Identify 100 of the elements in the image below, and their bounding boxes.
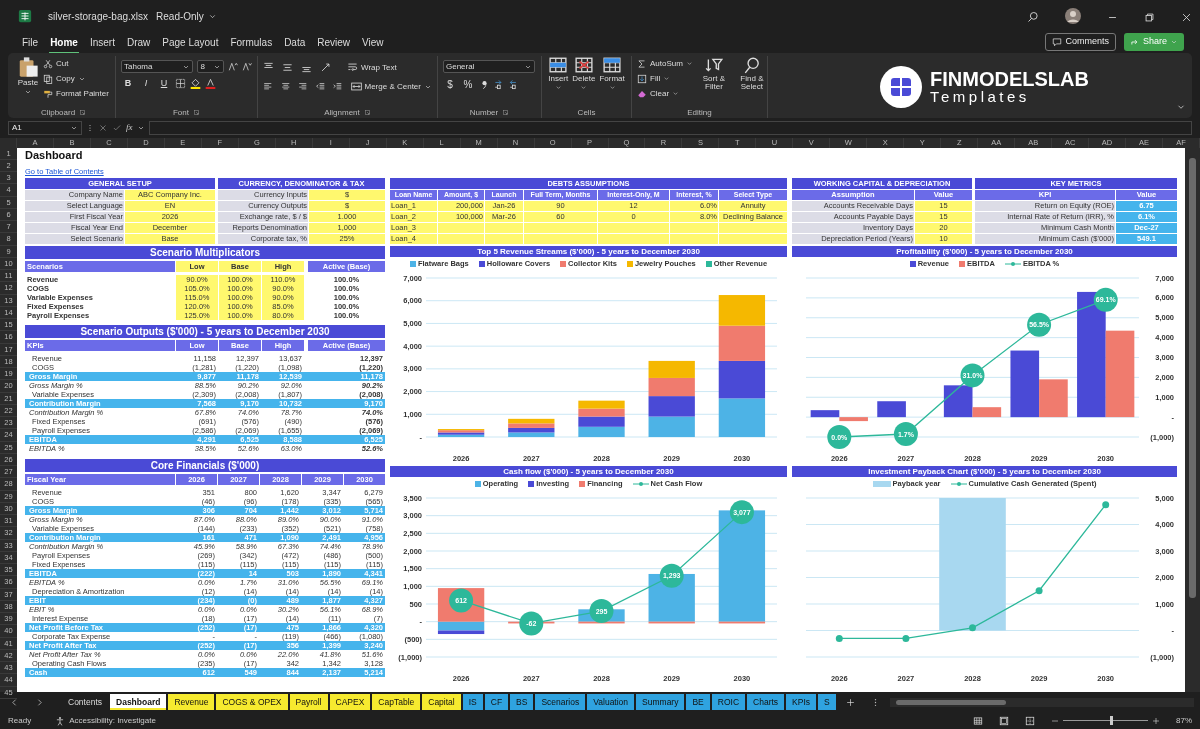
borders-icon[interactable] (175, 78, 186, 90)
copy-button[interactable]: Copy (43, 71, 109, 86)
sheet-tab[interactable]: S (818, 694, 836, 710)
caret-icon (554, 84, 562, 92)
font-color-icon[interactable] (205, 78, 216, 90)
increase-font-icon[interactable] (227, 61, 238, 72)
dialog-launcher-icon[interactable] (502, 109, 510, 116)
sheet-tab[interactable]: KPIs (786, 694, 817, 710)
sheet-tab[interactable]: Scenarios (535, 694, 586, 710)
clear-button[interactable]: Clear (637, 86, 693, 101)
number-format-field[interactable]: General (443, 60, 535, 73)
format-painter-button[interactable]: Format Painter (43, 86, 109, 101)
menu-tab[interactable]: File (16, 32, 45, 52)
table-title: Core Financials ($'000) (25, 459, 385, 473)
wrap-text-button[interactable]: Wrap Text (347, 60, 397, 75)
sheet-tab[interactable]: ROIC (711, 694, 746, 710)
increase-indent-icon[interactable] (333, 81, 343, 92)
autosum-button[interactable]: AutoSum (637, 56, 693, 71)
align-middle-icon[interactable] (282, 62, 293, 73)
sheet-tab[interactable]: CapTable (372, 694, 421, 710)
font-size-field[interactable]: 8 (197, 60, 224, 73)
dialog-launcher-icon[interactable] (193, 109, 200, 116)
chart-title: Cash flow ($'000) - 5 years to December 2030 (390, 466, 787, 478)
caret-icon (580, 84, 588, 92)
menu-tab[interactable]: Data (278, 32, 312, 52)
decrease-font-icon[interactable] (241, 61, 252, 72)
sheet-tab[interactable]: Revenue (168, 694, 215, 710)
sheet-tab[interactable]: Payroll (289, 694, 328, 710)
fill-down-icon (637, 73, 647, 84)
menu-tab[interactable]: View (356, 32, 390, 52)
data-point (969, 624, 976, 632)
slider-thumb[interactable] (1109, 716, 1113, 726)
search-icon (1027, 11, 1039, 24)
bar (648, 416, 695, 438)
merge-center-button[interactable]: Merge & Center (350, 79, 432, 94)
cells-button[interactable]: Format (599, 56, 625, 107)
cells-button[interactable]: Delete (572, 56, 596, 107)
number-format-button[interactable]: % (461, 77, 475, 92)
sheet-tab[interactable]: Valuation (587, 694, 635, 710)
sheet-tab[interactable]: BS (510, 694, 534, 710)
comments-button[interactable]: Comments (1045, 33, 1116, 51)
sort-filter-button[interactable]: Sort & Filter (696, 56, 731, 107)
normal-view-icon[interactable] (973, 715, 983, 726)
increase-decimal-icon[interactable] (494, 79, 505, 90)
menu-tab[interactable]: Insert (83, 32, 121, 52)
sheet-tab[interactable]: Charts (747, 694, 785, 710)
caret-icon (685, 60, 693, 67)
logo-tagline: Templates (930, 88, 1031, 106)
find-select-button[interactable]: Find & Select (734, 56, 769, 107)
cancel-icon[interactable] (98, 122, 108, 133)
table-cell (598, 234, 669, 245)
cells-button[interactable]: Insert (548, 56, 569, 107)
bar (718, 398, 766, 438)
menu-tab[interactable]: Page Layout (156, 32, 225, 52)
more-icon[interactable] (86, 123, 94, 132)
menu-tab[interactable]: Formulas (224, 32, 279, 52)
fill-color-icon[interactable] (190, 78, 201, 90)
menu-tab[interactable]: Draw (120, 32, 157, 52)
align-right-icon[interactable] (298, 81, 308, 92)
cut-button[interactable]: Cut (43, 56, 109, 71)
table-title: Scenario Outputs ($'000) - 5 years to December 2030 (25, 325, 385, 339)
insert-function-button[interactable]: fx (126, 121, 133, 135)
vertical-scrollbar[interactable] (1185, 147, 1200, 692)
name-box[interactable]: A1 (8, 120, 82, 135)
text-style-button[interactable]: U (157, 77, 171, 91)
zoom-in-icon[interactable] (1152, 716, 1160, 725)
group-label: Editing (687, 106, 712, 119)
user-avatar[interactable] (1065, 8, 1081, 25)
sheet-tab[interactable]: Dashboard (110, 694, 167, 710)
text-style-button[interactable]: B (121, 77, 135, 91)
sheet-tab[interactable]: Contents (62, 694, 109, 710)
sheet-tab[interactable]: BE (686, 694, 710, 710)
bar (718, 361, 766, 399)
accessibility-status[interactable]: Accessibility: Investigate (69, 714, 156, 727)
sheet-tab[interactable]: COGS & OPEX (216, 694, 288, 710)
fill-button[interactable]: Fill (637, 71, 693, 86)
menu-tab[interactable]: Home (44, 32, 84, 52)
paste-button[interactable]: Paste (17, 56, 39, 107)
wrap-text-icon (347, 62, 358, 73)
page-break-icon[interactable] (1025, 715, 1035, 726)
eraser-icon (637, 88, 647, 99)
align-center-icon[interactable] (280, 81, 290, 92)
number-format-button[interactable]: $ (443, 77, 457, 92)
sheet-tab[interactable]: IS (462, 694, 483, 710)
sheet-tab[interactable]: Capital (422, 694, 461, 710)
font-name-field[interactable]: Tahoma (121, 60, 194, 73)
text-style-button[interactable]: I (139, 77, 153, 91)
page-layout-icon[interactable] (999, 715, 1009, 726)
sheet-tab[interactable]: Summary (636, 694, 685, 710)
read-only-dropdown[interactable]: Read-Only (156, 8, 217, 24)
dialog-launcher-icon[interactable] (79, 109, 87, 116)
sheet-tab[interactable]: CAPEX (329, 694, 371, 710)
align-left-icon[interactable] (263, 81, 273, 92)
dialog-launcher-icon[interactable] (363, 109, 371, 116)
horizontal-scrollbar[interactable] (889, 697, 1194, 707)
menu-tab[interactable]: Review (311, 32, 357, 52)
sheet-tab[interactable]: CF (484, 694, 509, 710)
formula-field[interactable] (148, 120, 1192, 135)
decrease-indent-icon[interactable] (315, 81, 325, 92)
orientation-icon[interactable] (320, 62, 331, 73)
